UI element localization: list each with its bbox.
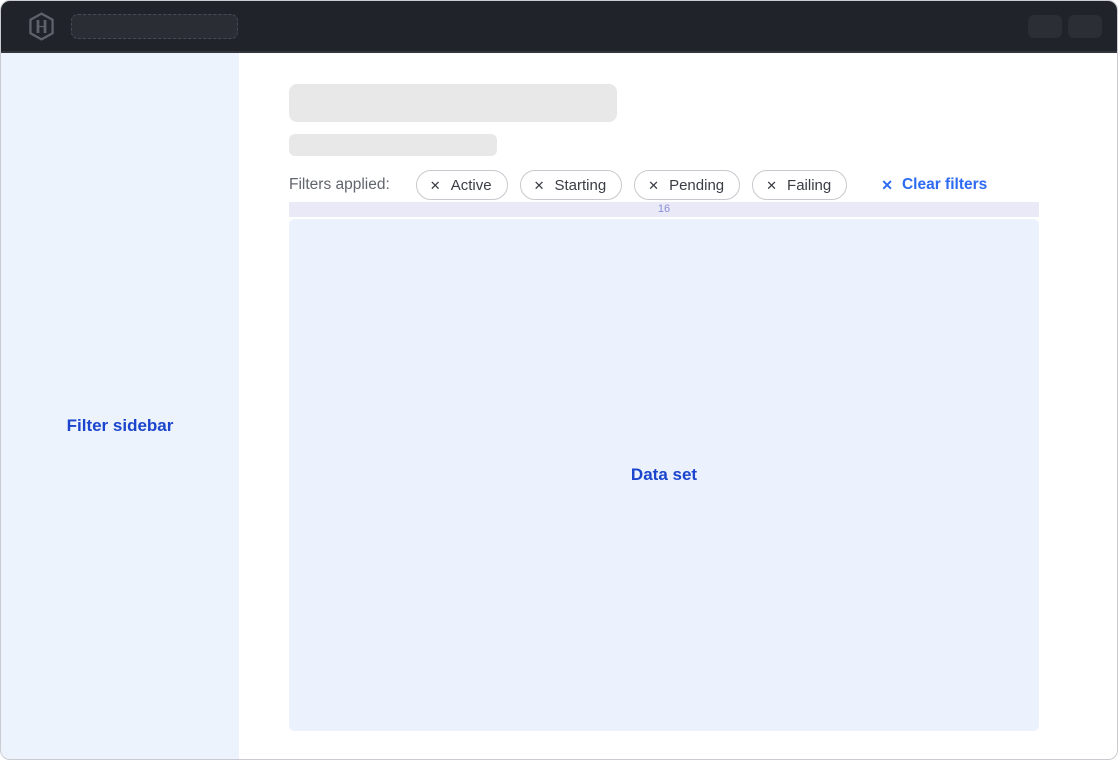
page-body: Filter sidebar Filters applied: ✕ Active… (1, 53, 1117, 759)
title-skeleton-placeholder (289, 84, 617, 122)
filter-chip-pending[interactable]: ✕ Pending (634, 170, 740, 200)
filters-applied-label: Filters applied: (289, 176, 390, 194)
close-icon[interactable]: ✕ (766, 179, 777, 192)
data-set-region: Data set (289, 219, 1039, 731)
topbar-action-placeholder-1[interactable] (1028, 15, 1062, 38)
close-icon[interactable]: ✕ (648, 179, 659, 192)
clear-filters-button[interactable]: ✕ Clear filters (881, 176, 987, 194)
filter-chip-label: Active (451, 177, 492, 194)
filter-sidebar: Filter sidebar (1, 53, 239, 759)
data-set-label: Data set (631, 465, 697, 485)
filter-chip-label: Failing (787, 177, 831, 194)
global-search-input[interactable] (71, 14, 238, 39)
clear-filters-label: Clear filters (902, 176, 987, 194)
filter-sidebar-label: Filter sidebar (67, 416, 174, 436)
close-icon[interactable]: ✕ (534, 179, 545, 192)
applied-filters-row: Filters applied: ✕ Active ✕ Starting ✕ P… (289, 170, 1039, 200)
hashicorp-logo-icon (28, 12, 55, 41)
filter-chip-list: ✕ Active ✕ Starting ✕ Pending ✕ Failing (416, 170, 847, 200)
close-icon: ✕ (881, 178, 893, 192)
top-nav-bar (1, 1, 1117, 53)
filter-chip-label: Pending (669, 177, 724, 194)
topbar-action-placeholder-2[interactable] (1068, 15, 1102, 38)
filter-chip-active[interactable]: ✕ Active (416, 170, 508, 200)
spacing-annotation-value: 16 (658, 204, 670, 215)
filter-chip-label: Starting (554, 177, 606, 194)
close-icon[interactable]: ✕ (430, 179, 441, 192)
subtitle-skeleton-placeholder (289, 134, 497, 156)
filter-chip-starting[interactable]: ✕ Starting (520, 170, 623, 200)
spacing-annotation-bar: 16 (289, 202, 1039, 217)
app-window: Filter sidebar Filters applied: ✕ Active… (0, 0, 1118, 760)
filter-chip-failing[interactable]: ✕ Failing (752, 170, 847, 200)
main-content: Filters applied: ✕ Active ✕ Starting ✕ P… (239, 53, 1117, 759)
